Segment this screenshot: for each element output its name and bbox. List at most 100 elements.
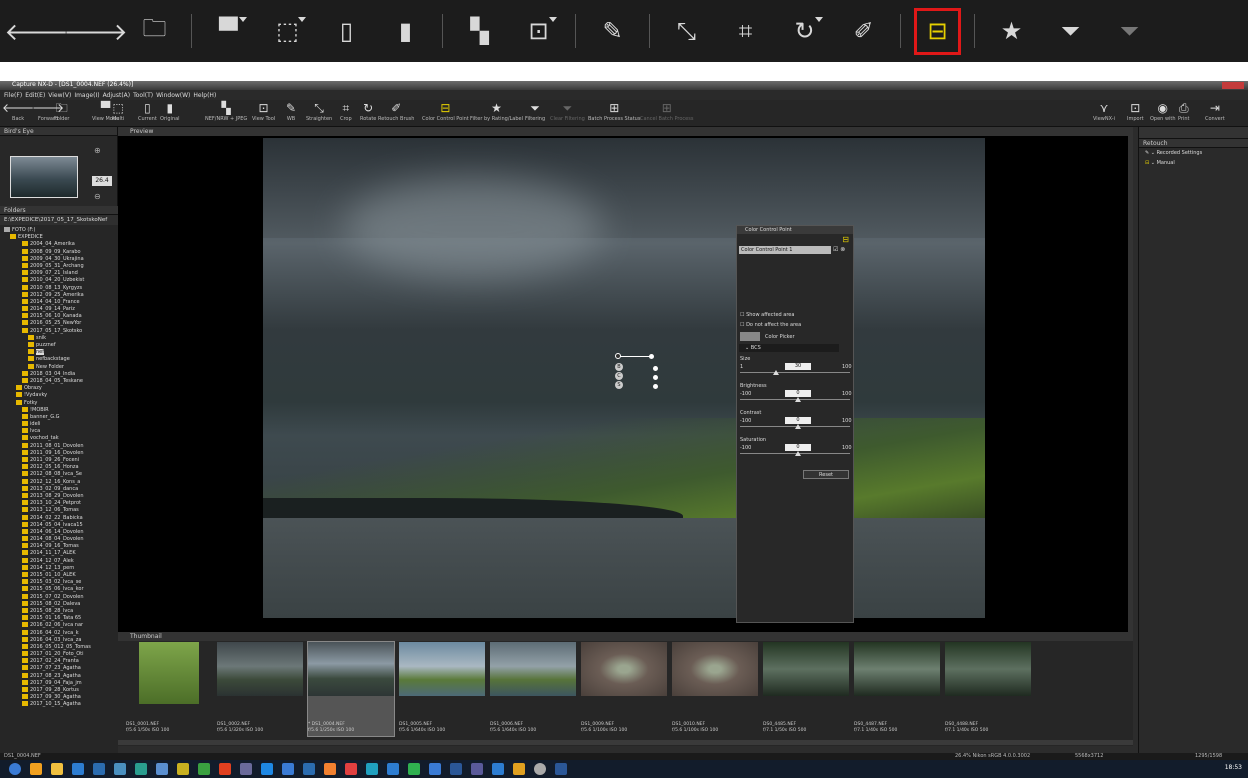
nef-raw-button[interactable]: ▚ bbox=[457, 9, 502, 54]
folder-path[interactable]: E:\EXPEDICE\2017_05_17_SkotskoNef bbox=[0, 215, 118, 225]
ccp-delete-icon[interactable]: ☑ ⊗ bbox=[833, 246, 845, 253]
thumbnail-item[interactable]: DS0_4487.NEF f/7.1 1/40s ISO 500 bbox=[854, 642, 940, 736]
back-button[interactable]: 🡐 bbox=[4, 9, 68, 54]
folder-item[interactable]: 2018_04_05_Teskane bbox=[0, 377, 118, 385]
taskbar-app[interactable] bbox=[408, 763, 420, 775]
filter-rating-button[interactable]: ★ bbox=[989, 9, 1034, 54]
taskbar-app[interactable] bbox=[72, 763, 84, 775]
app-toolbar-button[interactable]: ✐ Retouch Brush bbox=[378, 100, 414, 127]
clear-filtering-button[interactable]: ⏷ bbox=[1107, 9, 1152, 54]
folder-item[interactable]: 2017_05_17_Skotsko bbox=[0, 327, 118, 335]
taskbar-app[interactable] bbox=[156, 763, 168, 775]
folder-item[interactable]: 2015_08_28_Ivca bbox=[0, 607, 118, 615]
folder-item[interactable]: 2018_03_04_India bbox=[0, 370, 118, 378]
color-swatch[interactable] bbox=[740, 332, 760, 341]
folder-item[interactable]: 2016_05_25_NewYor bbox=[0, 320, 118, 327]
straighten-button[interactable]: ⤡ bbox=[664, 9, 709, 54]
menu-item[interactable]: Adjust(A) bbox=[103, 92, 131, 99]
retouch-brush-button[interactable]: ✐ bbox=[841, 9, 886, 54]
folder-item[interactable]: 2011_09_26_Foceni bbox=[0, 457, 118, 464]
start-button[interactable] bbox=[9, 763, 21, 775]
folder-item[interactable]: 2015_05_06_Ivca_kor bbox=[0, 586, 118, 593]
taskbar-app[interactable] bbox=[303, 763, 315, 775]
saturation-value-field[interactable]: 0 bbox=[785, 444, 811, 451]
size-slider-handle[interactable] bbox=[773, 370, 779, 375]
zoom-in-icon[interactable]: ⊕ bbox=[94, 146, 101, 155]
menu-item[interactable]: File(F) bbox=[4, 92, 22, 99]
thumbnail-item[interactable]: DS0_4485.NEF f/7.1 1/50s ISO 500 bbox=[763, 642, 849, 736]
folder-item[interactable]: 2017_09_28_Kortus bbox=[0, 687, 118, 694]
taskbar-app[interactable] bbox=[513, 763, 525, 775]
folder-item[interactable]: !Vydavky bbox=[0, 392, 118, 399]
folder-item[interactable]: banner_G.G bbox=[0, 413, 118, 421]
folder-item[interactable]: puzznef bbox=[0, 342, 118, 349]
thumbnail-item[interactable]: DS1_0005.NEF f/5.6 1/640s ISO 100 bbox=[399, 642, 485, 736]
folder-item[interactable]: 2014_09_16_Tomas bbox=[0, 543, 118, 550]
taskbar-app[interactable] bbox=[555, 763, 567, 775]
thumbnail-item[interactable]: DS1_0010.NEF f/5.6 1/100s ISO 100 bbox=[672, 642, 758, 736]
folder-item[interactable]: vochod_tak bbox=[0, 435, 118, 442]
app-toolbar-button[interactable]: ⬚ Multi bbox=[112, 100, 124, 127]
chevron-down-icon[interactable] bbox=[815, 16, 823, 22]
folder-item[interactable]: 2013_10_24_Petprot bbox=[0, 500, 118, 507]
app-toolbar-button[interactable]: ★ Filter by Rating/Label bbox=[470, 100, 523, 127]
ccp-point-name[interactable]: Color Control Point 1 bbox=[739, 246, 831, 254]
menu-item[interactable]: Window(W) bbox=[156, 92, 190, 99]
taskbar-app[interactable] bbox=[51, 763, 63, 775]
folder-item[interactable]: 2015_08_02_Daleva bbox=[0, 600, 118, 608]
taskbar-app[interactable] bbox=[366, 763, 378, 775]
taskbar-app[interactable] bbox=[471, 763, 483, 775]
app-toolbar-right-button[interactable]: ⋎ ViewNX-i bbox=[1093, 100, 1115, 127]
app-toolbar-button[interactable]: ⏷ Clear Filtering bbox=[550, 100, 585, 127]
folder-item[interactable]: 2016_04_03_Ivca_za bbox=[0, 636, 118, 644]
folder-item[interactable]: 2014_06_14_Dovolen bbox=[0, 528, 118, 536]
folder-item[interactable]: 2014_08_04_Dovolen bbox=[0, 536, 118, 543]
folder-item[interactable]: 2012_08_08_Ivca_Se bbox=[0, 471, 118, 478]
taskbar-app[interactable] bbox=[219, 763, 231, 775]
folder-item[interactable]: 2014_11_17_ALEK bbox=[0, 550, 118, 557]
folder-item[interactable]: 2009_05_31_Archang bbox=[0, 262, 118, 270]
color-control-point-button[interactable]: ⊟ bbox=[914, 7, 961, 55]
birds-eye-thumbnail[interactable] bbox=[10, 156, 78, 198]
view-tool-button[interactable]: ⊡ bbox=[516, 9, 561, 54]
taskbar-app[interactable] bbox=[240, 763, 252, 775]
folder-item[interactable]: 2017_10_15_Agatha bbox=[0, 701, 118, 708]
folder-item[interactable]: Fotky bbox=[0, 399, 118, 407]
menu-item[interactable]: Tool(T) bbox=[133, 92, 153, 99]
folder-item[interactable]: 2014_05_04_Ivaca15 bbox=[0, 521, 118, 529]
folder-item[interactable]: 2009_07_21_Island bbox=[0, 270, 118, 277]
thumbnail-item[interactable]: DS0_4488.NEF f/7.1 1/40s ISO 500 bbox=[945, 642, 1031, 736]
thumbnail-item[interactable]: DS1_0001.NEF f/5.6 1/50s ISO 100 bbox=[126, 642, 212, 736]
folder-item[interactable]: 2017_09_30_Agatha bbox=[0, 694, 118, 701]
folder-item[interactable]: nefbackstage bbox=[0, 356, 118, 363]
saturation-slider-handle[interactable] bbox=[795, 451, 801, 456]
app-toolbar-right-button[interactable]: ◉ Open with bbox=[1150, 100, 1176, 127]
thumbnail-item[interactable]: DS1_0006.NEF f/5.6 1/640s ISO 100 bbox=[490, 642, 576, 736]
wb-button[interactable]: ✎ bbox=[590, 9, 635, 54]
folder-item[interactable]: 2015_01_10_ALEK bbox=[0, 572, 118, 579]
view-mode-button[interactable]: ▀ bbox=[206, 9, 251, 54]
reset-button[interactable]: Reset bbox=[803, 470, 849, 479]
do-not-affect-checkbox[interactable]: ☐ Do not affect the area bbox=[740, 322, 801, 328]
folder-item[interactable]: 2015_03_02_Ivca_se bbox=[0, 579, 118, 586]
app-toolbar-right-button[interactable]: ⊡ Import bbox=[1127, 100, 1144, 127]
menu-item[interactable]: Image(I) bbox=[74, 92, 99, 99]
folder-item[interactable]: 2017_07_23_Agatha bbox=[0, 665, 118, 672]
folder-item[interactable]: 2012_09_25_Amerika bbox=[0, 291, 118, 299]
folder-item[interactable]: snik bbox=[0, 334, 118, 342]
brightness-value-field[interactable]: 0 bbox=[785, 390, 811, 397]
folder-item[interactable]: 2011_08_01_Dovolen bbox=[0, 442, 118, 450]
folder-item[interactable]: 2015_06_10_Kanada bbox=[0, 313, 118, 320]
folder-item[interactable]: EXPEDICE bbox=[0, 234, 118, 241]
crop-button[interactable]: ⌗ bbox=[723, 9, 768, 54]
bcs-section[interactable]: ⌄ BCS bbox=[739, 344, 839, 352]
folder-item[interactable]: 2014_12_07_Alek bbox=[0, 557, 118, 565]
app-toolbar-button[interactable]: ⏷ Filtering bbox=[525, 100, 545, 127]
app-toolbar-button[interactable]: 🗀 Folder bbox=[54, 100, 69, 127]
thumbnail-item[interactable]: DS1_0009.NEF f/5.6 1/100s ISO 100 bbox=[581, 642, 667, 736]
taskbar-app[interactable] bbox=[93, 763, 105, 775]
app-toolbar-right-button[interactable]: ⎙ Print bbox=[1178, 100, 1190, 127]
recorded-settings-row[interactable]: ✎ ⌄ Recorded Settings bbox=[1139, 148, 1248, 158]
app-toolbar-button[interactable]: ⤡ Straighten bbox=[306, 100, 332, 127]
zoom-level-field[interactable]: 26.4 bbox=[92, 176, 112, 186]
